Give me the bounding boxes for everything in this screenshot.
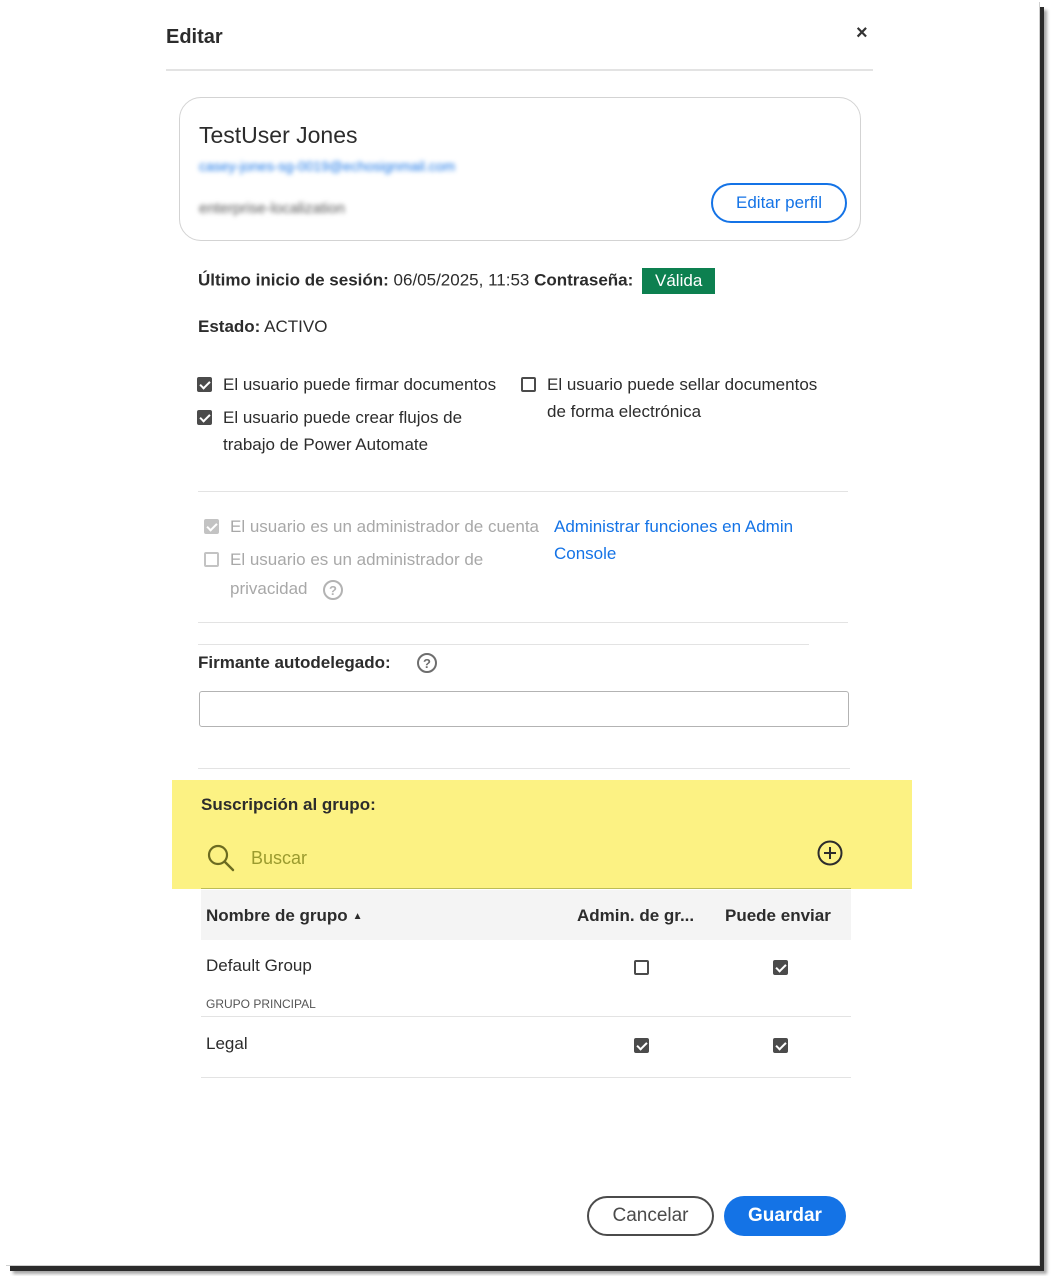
power-automate-label-line2: trabajo de Power Automate bbox=[223, 435, 429, 454]
manage-roles-link-line1[interactable]: Administrar funciones en Admin bbox=[554, 513, 793, 540]
profile-card: TestUser Jones casey-jones-sg-0019@echos… bbox=[179, 97, 861, 241]
seal-documents-label-line2: de forma electrónica bbox=[547, 402, 702, 421]
cancel-button[interactable]: Cancelar bbox=[587, 1196, 714, 1236]
sort-ascending-icon: ▲ bbox=[352, 911, 363, 923]
default-group-admin-checkbox[interactable] bbox=[634, 960, 649, 975]
group-name-default: Default Group bbox=[206, 956, 312, 975]
legal-group-send-checkbox[interactable] bbox=[773, 1038, 788, 1053]
admin-divider-secondary bbox=[198, 644, 809, 645]
account-admin-label: El usuario es un administrador de cuenta bbox=[230, 517, 540, 536]
seal-documents-label-line1: El usuario puede sellar documentos bbox=[547, 375, 818, 394]
edit-user-dialog: Editar × TestUser Jones casey-jones-sg-0… bbox=[6, 2, 1040, 1266]
group-membership-title: Suscripción al grupo: bbox=[201, 795, 376, 814]
power-automate-label-line1: El usuario puede crear flujos de bbox=[223, 408, 463, 427]
dialog-title: Editar bbox=[166, 26, 223, 48]
account-admin-checkbox[interactable] bbox=[204, 519, 219, 534]
primary-group-tag: GRUPO PRINCIPAL bbox=[206, 997, 316, 1011]
title-divider bbox=[166, 69, 873, 71]
power-automate-checkbox[interactable] bbox=[197, 410, 212, 425]
search-divider bbox=[201, 888, 851, 889]
table-row-divider bbox=[201, 1016, 851, 1017]
column-group-name[interactable]: Nombre de grupo ▲ bbox=[206, 906, 363, 926]
sign-documents-checkbox[interactable] bbox=[197, 377, 212, 392]
password-label: Contraseña: bbox=[534, 270, 634, 290]
self-delegated-label: Firmante autodelegado: bbox=[198, 653, 391, 672]
state-value: ACTIVO bbox=[264, 317, 328, 336]
sign-documents-label: El usuario puede firmar documentos bbox=[223, 375, 497, 394]
last-login-label: Último inicio de sesión: bbox=[198, 270, 389, 290]
column-group-name-label: Nombre de grupo bbox=[206, 906, 348, 925]
state-label: Estado: bbox=[198, 317, 261, 336]
default-group-send-checkbox[interactable] bbox=[773, 960, 788, 975]
group-name-legal: Legal bbox=[206, 1034, 248, 1053]
privacy-admin-checkbox[interactable] bbox=[204, 552, 219, 567]
legal-group-admin-checkbox[interactable] bbox=[634, 1038, 649, 1053]
account-state-line: Estado: ACTIVO bbox=[198, 317, 327, 337]
self-delegated-help-icon[interactable]: ? bbox=[417, 653, 437, 673]
login-status-line: Último inicio de sesión: 06/05/2025, 11:… bbox=[198, 268, 716, 294]
admin-divider bbox=[198, 622, 848, 623]
save-button[interactable]: Guardar bbox=[724, 1196, 846, 1236]
user-organization: enterprise-localization bbox=[199, 200, 345, 217]
privacy-admin-label-line2: privacidad bbox=[230, 579, 308, 598]
manage-roles-link-line2[interactable]: Console bbox=[554, 540, 616, 567]
table-bottom-divider bbox=[201, 1077, 851, 1078]
column-group-admin[interactable]: Admin. de gr... bbox=[577, 906, 694, 926]
last-login-value: 06/05/2025, 11:53 bbox=[393, 270, 530, 290]
edit-profile-button[interactable]: Editar perfil bbox=[711, 183, 847, 223]
search-icon[interactable] bbox=[206, 843, 236, 873]
column-can-send[interactable]: Puede enviar bbox=[725, 906, 831, 926]
user-name: TestUser Jones bbox=[199, 122, 358, 148]
delegated-divider bbox=[198, 768, 850, 769]
password-status-badge: Válida bbox=[642, 268, 716, 294]
close-icon[interactable]: × bbox=[856, 22, 868, 45]
group-search-input[interactable] bbox=[251, 845, 651, 871]
privacy-help-icon[interactable]: ? bbox=[323, 580, 343, 600]
seal-documents-checkbox[interactable] bbox=[521, 377, 536, 392]
self-delegated-input[interactable] bbox=[199, 691, 849, 727]
permissions-divider bbox=[198, 491, 848, 492]
user-email: casey-jones-sg-0019@echosignmail.com bbox=[199, 158, 456, 174]
privacy-admin-label-line1: El usuario es un administrador de bbox=[230, 550, 484, 569]
add-circle-icon[interactable] bbox=[816, 839, 844, 867]
